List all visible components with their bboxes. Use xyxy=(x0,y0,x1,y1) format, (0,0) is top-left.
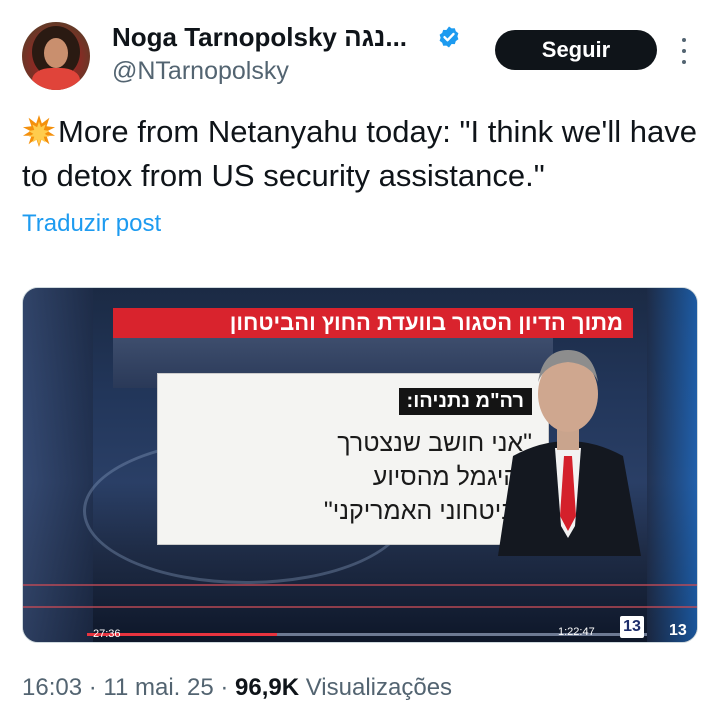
verified-badge-icon xyxy=(439,26,459,48)
studio-right-panel xyxy=(647,288,697,642)
tweet-date[interactable]: 11 mai. 25 xyxy=(103,674,213,701)
tweet-body: More from Netanyahu today: "I think we'l… xyxy=(22,114,697,193)
quote-line: "אני חושב שנצטרך xyxy=(337,429,532,457)
author-handle[interactable]: @NTarnopolsky xyxy=(112,57,289,86)
more-dot xyxy=(682,38,686,42)
quote-line: הביטחוני האמריקני" xyxy=(323,497,532,525)
studio-floor-line xyxy=(23,606,697,608)
video-player[interactable]: מתוך הדיון הסגור בוועדת החוץ והביטחון רה… xyxy=(22,287,698,643)
quote-card-text: "אני חושב שנצטרך להיגמל מהסיוע הביטחוני … xyxy=(192,426,532,528)
meta-separator: · xyxy=(213,674,236,701)
view-count: 96,9K xyxy=(235,674,300,701)
avatar[interactable] xyxy=(22,22,90,90)
quote-line: להיגמל מהסיוע xyxy=(372,463,532,491)
meta-separator: · xyxy=(82,674,104,701)
avatar-face xyxy=(44,38,68,68)
studio-left-panel xyxy=(23,288,93,642)
follow-button[interactable]: Seguir xyxy=(495,30,657,70)
quote-card: רה"מ נתניהו: "אני חושב שנצטרך להיגמל מהס… xyxy=(158,374,548,544)
tweet-meta: 16:03 · 11 mai. 25 · 96,9K Visualizações xyxy=(22,674,452,702)
translate-link[interactable]: Traduzir post xyxy=(22,210,161,238)
more-vertical-icon[interactable] xyxy=(676,36,692,66)
avatar-shirt xyxy=(32,68,80,90)
tweet-time[interactable]: 16:03 xyxy=(22,674,82,701)
tweet-text: More from Netanyahu today: "I think we'l… xyxy=(22,110,702,198)
channel-number: 13 xyxy=(669,622,687,639)
author-display-name[interactable]: Noga Tarnopolsky נגה... xyxy=(112,22,407,53)
views-label: Visualizações xyxy=(299,674,453,701)
more-dot xyxy=(682,49,686,53)
video-duration: 1:22:47 xyxy=(558,626,595,638)
channel-logo: 13 xyxy=(620,616,644,638)
collision-emoji xyxy=(22,114,56,148)
speaker-figure xyxy=(498,350,641,556)
more-dot xyxy=(682,60,686,64)
studio-floor-line xyxy=(23,584,697,586)
video-elapsed-time: 27:36 xyxy=(93,628,121,640)
